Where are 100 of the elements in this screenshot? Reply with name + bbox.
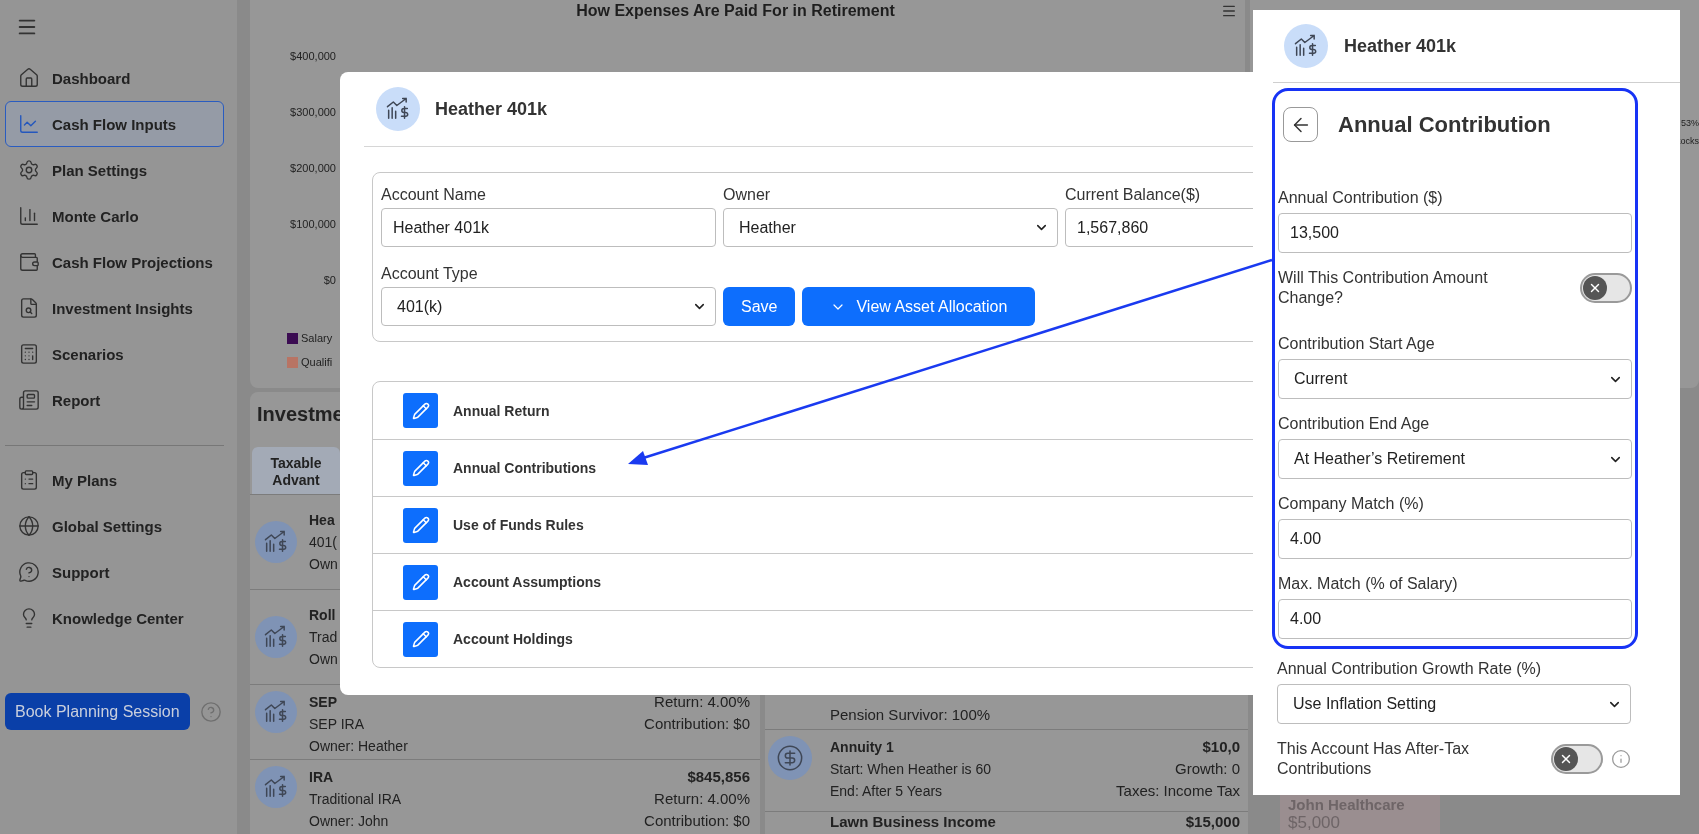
sidebar-item[interactable]: Global Settings: [5, 503, 224, 549]
text-input[interactable]: 4.00: [1278, 519, 1632, 559]
gear-icon: [18, 159, 40, 181]
account-balance: $845,856: [687, 767, 750, 787]
section-label[interactable]: Account Assumptions: [453, 574, 602, 590]
account-name: IRA: [309, 768, 334, 787]
field-label: Account Name: [381, 185, 487, 205]
wallet-icon: [18, 251, 40, 273]
select-field[interactable]: Current: [1278, 359, 1632, 399]
field-label: Annual Contribution Growth Rate (%): [1277, 659, 1543, 679]
sidebar-item[interactable]: Knowledge Center: [5, 595, 224, 641]
question-bubble-icon: [18, 561, 40, 583]
account-icon: [255, 691, 297, 733]
toggle-switch[interactable]: [1551, 744, 1603, 774]
account-owner: Owner: Heather: [309, 737, 408, 756]
save-button[interactable]: Save: [723, 287, 796, 326]
pencil-icon: [411, 630, 430, 648]
pencil-icon: [411, 401, 430, 420]
sidebar-item[interactable]: Monte Carlo: [5, 193, 224, 239]
select-field[interactable]: 401(k): [381, 287, 716, 326]
x-icon: [1588, 281, 1602, 295]
pencil-icon: [411, 516, 430, 534]
axis-label: $0: [322, 273, 336, 288]
sidebar-item[interactable]: Support: [5, 549, 224, 595]
sidebar-item[interactable]: Cash Flow Projections: [5, 239, 224, 285]
axis-label: $300,000: [289, 105, 336, 120]
calculator-icon: [18, 343, 40, 365]
account-contribution: Contribution: $0: [644, 714, 750, 734]
axis-label: $200,000: [289, 161, 336, 176]
pencil-icon: [411, 573, 430, 591]
sidebar-item[interactable]: Dashboard: [5, 55, 224, 101]
section-label[interactable]: Use of Funds Rules: [453, 517, 584, 533]
text-input[interactable]: Heather 401k: [381, 208, 716, 247]
toggle-label: Will This Contribution Amount Change?: [1278, 268, 1489, 308]
field-label: Contribution Start Age: [1278, 334, 1436, 354]
field-label: Max. Match (% of Salary): [1278, 574, 1459, 594]
sidebar-item[interactable]: Investment Insights: [5, 285, 224, 331]
account-icon: [255, 766, 297, 808]
account-type: SEP IRA: [309, 715, 364, 734]
axis-label: $400,000: [289, 49, 336, 64]
back-button[interactable]: [1283, 107, 1318, 142]
bar-chart-icon: [18, 205, 40, 227]
chart-title: How Expenses Are Paid For in Retirement: [575, 2, 896, 20]
income-detail: Growth: 0: [1174, 759, 1240, 779]
chart-menu-icon[interactable]: [1221, 3, 1237, 19]
select-field[interactable]: Heather: [723, 208, 1058, 247]
section-label[interactable]: Account Holdings: [453, 631, 573, 647]
account-owner: Own: [309, 650, 338, 669]
account-icon: [376, 87, 420, 131]
account-icon: [255, 616, 297, 658]
section-heading: Investme: [256, 402, 345, 427]
select-field[interactable]: Use Inflation Setting: [1277, 684, 1631, 724]
house-icon: [18, 67, 40, 89]
account-return: Return: 4.00%: [654, 789, 750, 809]
account-type: Traditional IRA: [309, 790, 402, 809]
toggle-label: This Account Has After-Tax Contributions: [1277, 739, 1471, 779]
account-name: SEP: [309, 693, 337, 712]
legend-label: Qualifi: [301, 356, 333, 368]
sidebar-item[interactable]: Scenarios: [5, 331, 224, 377]
sidebar-item[interactable]: Report: [5, 377, 224, 423]
section-label[interactable]: Annual Return: [453, 402, 550, 419]
sidebar-item[interactable]: Plan Settings: [5, 147, 224, 193]
sidebar-item[interactable]: Cash Flow Inputs: [5, 101, 224, 147]
account-tab[interactable]: Taxable Advant: [252, 447, 340, 494]
income-amount: $15,000: [1185, 812, 1240, 832]
globe-icon: [18, 515, 40, 537]
document-search-icon: [18, 297, 40, 319]
account-icon: [1284, 24, 1328, 68]
section-label[interactable]: Annual Contributions: [453, 460, 597, 476]
clipboard-icon: [18, 469, 40, 491]
book-session-button[interactable]: Book Planning Session: [5, 693, 190, 730]
edit-button[interactable]: [403, 393, 438, 428]
sidebar-item[interactable]: My Plans: [5, 457, 224, 503]
text-input[interactable]: 1,567,860: [1065, 208, 1253, 247]
income-detail: End: After 5 Years: [830, 782, 943, 801]
select-field[interactable]: At Heather’s Retirement: [1278, 439, 1632, 479]
edit-button[interactable]: [403, 564, 438, 600]
edit-button[interactable]: [403, 507, 438, 543]
chart-label: 53%: [1681, 118, 1699, 128]
view-allocation-button[interactable]: View Asset Allocation: [802, 287, 1036, 326]
field-label: Company Match (%): [1278, 494, 1425, 514]
chart-icon: [18, 113, 40, 135]
account-return: Return: 4.00%: [654, 692, 750, 712]
edit-button[interactable]: [403, 450, 438, 486]
text-input[interactable]: 4.00: [1278, 599, 1632, 639]
field-label: Annual Contribution ($): [1278, 188, 1444, 208]
panel-title: Heather 401k: [1344, 35, 1457, 57]
account-name: Hea: [309, 511, 335, 530]
pencil-icon: [411, 459, 430, 477]
legend-label: Salary: [301, 332, 333, 344]
info-icon[interactable]: [1611, 749, 1631, 769]
edit-button[interactable]: [403, 621, 438, 657]
text-input[interactable]: 13,500: [1278, 213, 1632, 253]
newspaper-icon: [18, 389, 40, 411]
account-icon: [255, 521, 297, 563]
income-detail: Taxes: Income Tax: [1116, 781, 1240, 801]
field-label: Account Type: [381, 264, 479, 284]
field-label: Contribution End Age: [1278, 414, 1431, 434]
toggle-switch[interactable]: [1580, 273, 1632, 303]
account-name: Roll: [309, 606, 336, 625]
